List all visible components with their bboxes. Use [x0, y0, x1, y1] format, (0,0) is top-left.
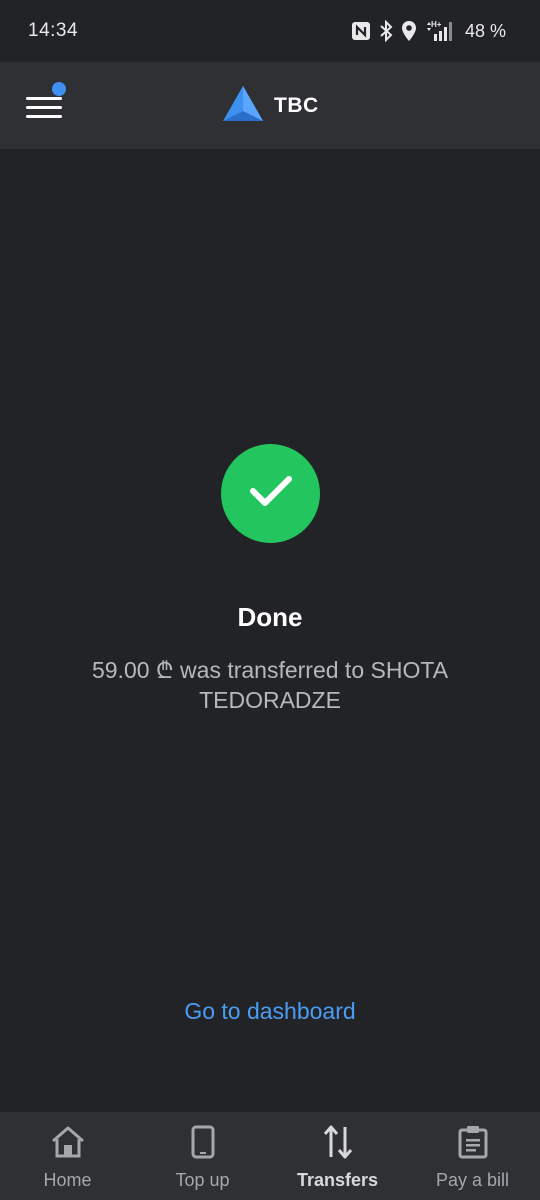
notification-dot: [52, 82, 66, 96]
battery-level: 48 %: [464, 20, 506, 41]
nav-item-home[interactable]: Home: [0, 1112, 135, 1200]
result-message: 59.00 ₾ was transferred to SHOTA TEDORAD…: [91, 657, 449, 713]
nav-item-transfers[interactable]: Transfers: [270, 1112, 405, 1200]
checkmark-icon: [248, 473, 294, 514]
result-title: Done: [237, 602, 303, 632]
success-indicator: [221, 444, 320, 543]
transfer-arrows-icon: [322, 1124, 354, 1165]
app-header: TBC: [0, 62, 540, 149]
clipboard-icon: [458, 1125, 488, 1164]
tbc-logo-icon: [222, 85, 264, 128]
nav-label-home: Home: [43, 1170, 92, 1190]
signal-icon: H+: [425, 19, 455, 43]
bottom-navigation: Home Top up Transfers Pay a bill: [0, 1112, 540, 1200]
brand-name: TBC: [274, 94, 319, 117]
bluetooth-icon: [379, 20, 393, 42]
go-to-dashboard-link[interactable]: Go to dashboard: [0, 998, 540, 1025]
nav-label-pay-a-bill: Pay a bill: [435, 1170, 510, 1190]
nav-label-top-up: Top up: [175, 1170, 230, 1190]
nav-label-transfers: Transfers: [296, 1170, 379, 1190]
nfc-icon: [351, 21, 371, 41]
brand-logo: TBC: [222, 84, 319, 128]
menu-button[interactable]: [22, 82, 70, 128]
location-icon: [401, 20, 417, 42]
nav-item-top-up[interactable]: Top up: [135, 1112, 270, 1200]
network-type-label: H+: [431, 20, 442, 29]
status-bar: 14:34 H+ 48 %: [0, 0, 540, 62]
home-icon: [50, 1125, 86, 1164]
status-time: 14:34: [28, 20, 79, 41]
status-icons: H+ 48 %: [351, 18, 506, 44]
transfer-success-screen: 14:34 H+ 48 % TBC Done 59.00 ₾ was trans…: [0, 0, 540, 1200]
nav-item-pay-a-bill[interactable]: Pay a bill: [405, 1112, 540, 1200]
phone-icon: [191, 1125, 215, 1164]
